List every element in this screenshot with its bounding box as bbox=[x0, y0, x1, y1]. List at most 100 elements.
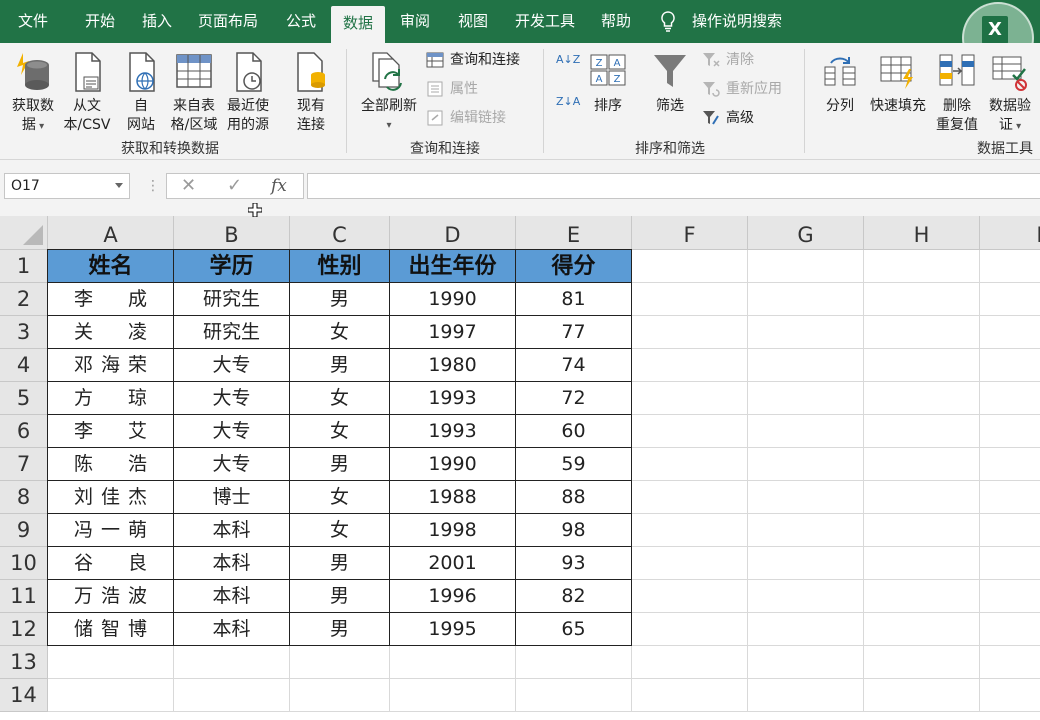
empty-cell[interactable] bbox=[632, 679, 748, 712]
table-cell[interactable]: 59 bbox=[516, 448, 632, 481]
table-cell[interactable]: 储智博 bbox=[48, 613, 174, 646]
empty-cell[interactable] bbox=[290, 646, 390, 679]
flash-fill-button[interactable]: 快速填充 bbox=[866, 51, 930, 116]
tab-formulas[interactable]: 公式 bbox=[274, 0, 328, 43]
from-text-csv-button[interactable]: 从文 本/CSV bbox=[60, 51, 114, 135]
empty-cell[interactable] bbox=[516, 646, 632, 679]
empty-cell[interactable] bbox=[174, 646, 290, 679]
tab-developer[interactable]: 开发工具 bbox=[504, 0, 586, 43]
properties-button[interactable]: 属性 bbox=[426, 78, 478, 100]
empty-cell[interactable] bbox=[980, 613, 1040, 646]
row-header-6[interactable]: 6 bbox=[0, 415, 48, 448]
table-cell[interactable]: 关凌 bbox=[48, 316, 174, 349]
empty-cell[interactable] bbox=[748, 679, 864, 712]
table-cell[interactable]: 男 bbox=[290, 448, 390, 481]
table-cell[interactable]: 女 bbox=[290, 316, 390, 349]
table-cell[interactable]: 1993 bbox=[390, 382, 516, 415]
empty-cell[interactable] bbox=[748, 547, 864, 580]
empty-cell[interactable] bbox=[632, 316, 748, 349]
empty-cell[interactable] bbox=[390, 646, 516, 679]
tab-review[interactable]: 审阅 bbox=[388, 0, 442, 43]
table-cell[interactable]: 72 bbox=[516, 382, 632, 415]
empty-cell[interactable] bbox=[864, 679, 980, 712]
worksheet-grid[interactable]: A B C D E F G H I 1 2 3 4 5 6 7 8 9 10 11 12 13 14 姓名 学历 性别 出生年份 得分… bbox=[0, 216, 1040, 720]
refresh-all-button[interactable]: 全部刷新 ▾ bbox=[356, 51, 422, 135]
text-to-columns-button[interactable]: 分列 bbox=[816, 51, 864, 116]
edit-links-button[interactable]: 编辑链接 bbox=[426, 107, 506, 129]
sort-descending-button[interactable]: Z↓A bbox=[556, 95, 582, 133]
table-cell[interactable]: 1997 bbox=[390, 316, 516, 349]
tab-insert[interactable]: 插入 bbox=[132, 0, 182, 43]
formula-input[interactable] bbox=[307, 173, 1040, 199]
empty-cell[interactable] bbox=[632, 481, 748, 514]
empty-cell[interactable] bbox=[864, 283, 980, 316]
empty-cell[interactable] bbox=[632, 382, 748, 415]
queries-connections-button[interactable]: 查询和连接 bbox=[426, 49, 520, 71]
empty-cell[interactable] bbox=[632, 580, 748, 613]
empty-cell[interactable] bbox=[748, 481, 864, 514]
table-cell[interactable]: 大专 bbox=[174, 349, 290, 382]
empty-cell[interactable] bbox=[748, 646, 864, 679]
table-cell[interactable]: 本科 bbox=[174, 514, 290, 547]
empty-cell[interactable] bbox=[980, 349, 1040, 382]
row-header-5[interactable]: 5 bbox=[0, 382, 48, 415]
empty-cell[interactable] bbox=[748, 316, 864, 349]
from-table-button[interactable]: 来自表 格/区域 bbox=[168, 51, 220, 135]
row-header-7[interactable]: 7 bbox=[0, 448, 48, 481]
empty-cell[interactable] bbox=[632, 646, 748, 679]
table-cell[interactable]: 女 bbox=[290, 481, 390, 514]
empty-cell[interactable] bbox=[980, 514, 1040, 547]
empty-cell[interactable] bbox=[748, 448, 864, 481]
empty-cell[interactable] bbox=[864, 613, 980, 646]
column-header-h[interactable]: H bbox=[864, 216, 980, 250]
table-cell[interactable]: 万浩波 bbox=[48, 580, 174, 613]
empty-cell[interactable] bbox=[864, 580, 980, 613]
data-validation-button[interactable]: 数据验 证 ▾ bbox=[984, 51, 1036, 136]
sort-button[interactable]: Z A A Z 排序 bbox=[586, 51, 630, 116]
table-cell[interactable]: 大专 bbox=[174, 448, 290, 481]
empty-cell[interactable] bbox=[864, 382, 980, 415]
row-header-14[interactable]: 14 bbox=[0, 679, 48, 712]
empty-cell[interactable] bbox=[748, 250, 864, 283]
table-cell[interactable]: 研究生 bbox=[174, 283, 290, 316]
table-cell[interactable]: 本科 bbox=[174, 580, 290, 613]
table-cell[interactable]: 大专 bbox=[174, 415, 290, 448]
table-cell[interactable]: 方琼 bbox=[48, 382, 174, 415]
row-header-1[interactable]: 1 bbox=[0, 250, 48, 283]
row-header-13[interactable]: 13 bbox=[0, 646, 48, 679]
insert-function-button[interactable]: fx bbox=[271, 174, 287, 198]
empty-cell[interactable] bbox=[980, 316, 1040, 349]
table-cell[interactable]: 82 bbox=[516, 580, 632, 613]
empty-cell[interactable] bbox=[980, 250, 1040, 283]
column-header-b[interactable]: B bbox=[174, 216, 290, 250]
column-header-g[interactable]: G bbox=[748, 216, 864, 250]
empty-cell[interactable] bbox=[516, 679, 632, 712]
table-cell[interactable]: 1988 bbox=[390, 481, 516, 514]
table-cell[interactable]: 本科 bbox=[174, 547, 290, 580]
table-cell[interactable]: 1998 bbox=[390, 514, 516, 547]
tell-me-search[interactable]: 操作说明搜索 bbox=[660, 0, 782, 43]
sort-ascending-button[interactable]: A↓Z bbox=[556, 53, 582, 91]
table-cell[interactable]: 研究生 bbox=[174, 316, 290, 349]
empty-cell[interactable] bbox=[390, 679, 516, 712]
empty-cell[interactable] bbox=[748, 514, 864, 547]
table-cell[interactable]: 刘佳杰 bbox=[48, 481, 174, 514]
empty-cell[interactable] bbox=[48, 679, 174, 712]
from-web-button[interactable]: 自 网站 bbox=[118, 51, 164, 135]
table-header-cell[interactable]: 出生年份 bbox=[390, 250, 516, 283]
row-header-11[interactable]: 11 bbox=[0, 580, 48, 613]
empty-cell[interactable] bbox=[980, 415, 1040, 448]
table-cell[interactable]: 男 bbox=[290, 349, 390, 382]
table-cell[interactable]: 1990 bbox=[390, 448, 516, 481]
table-cell[interactable]: 男 bbox=[290, 547, 390, 580]
empty-cell[interactable] bbox=[748, 580, 864, 613]
column-header-f[interactable]: F bbox=[632, 216, 748, 250]
empty-cell[interactable] bbox=[632, 250, 748, 283]
table-cell[interactable]: 1995 bbox=[390, 613, 516, 646]
existing-connections-button[interactable]: 现有 连接 bbox=[290, 51, 332, 135]
table-cell[interactable]: 1993 bbox=[390, 415, 516, 448]
empty-cell[interactable] bbox=[864, 415, 980, 448]
empty-cell[interactable] bbox=[864, 514, 980, 547]
column-header-e[interactable]: E bbox=[516, 216, 632, 250]
empty-cell[interactable] bbox=[748, 613, 864, 646]
